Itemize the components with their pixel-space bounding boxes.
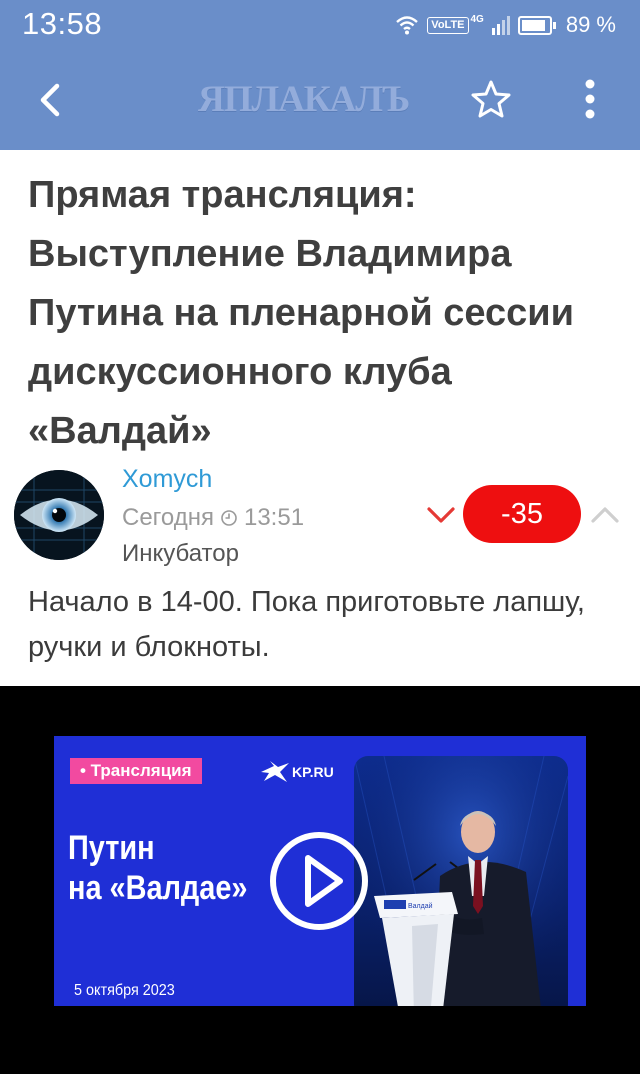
chevron-down-icon [427, 507, 455, 523]
post-body: Начало в 14-00. Пока приготовьте лапшу, … [28, 586, 585, 663]
post-time: 13:51 [243, 504, 305, 531]
podium-text: Валдай [408, 902, 433, 910]
play-button[interactable] [268, 830, 370, 932]
eye-avatar-image [14, 470, 104, 560]
volte-badge: VoLTE [427, 16, 469, 34]
vote-up-button[interactable] [588, 500, 622, 530]
more-vertical-icon [585, 79, 595, 119]
avatar[interactable] [14, 470, 104, 560]
vote-down-button[interactable] [424, 500, 458, 530]
thumbnail-title-line2: на «Валдае» [68, 869, 248, 907]
speaker-photo: Валдай [354, 756, 568, 1006]
broadcast-tag: • Трансляция [70, 758, 202, 784]
app-header: 13:58 VoLTE 4G 89 % ЯПЛАКАЛЪ [0, 0, 640, 150]
star-outline-icon [471, 80, 511, 118]
status-indicators: VoLTE 4G 89 % [395, 10, 616, 40]
rating-badge: -35 [463, 485, 581, 543]
thumbnail-date: 5 октября 2023 [74, 982, 175, 999]
wifi-icon [396, 16, 419, 35]
video-player[interactable]: • Трансляция KP.RU Путин на «Валдае» 5 о… [0, 686, 640, 1074]
kp-logo: KP.RU [260, 758, 334, 786]
favorite-button[interactable] [470, 78, 512, 120]
chevron-left-icon [40, 83, 60, 117]
play-circle-icon [270, 832, 368, 930]
more-menu-button[interactable] [576, 76, 604, 122]
battery-icon [517, 15, 556, 35]
speaker-photo-illustration: Валдай [354, 756, 568, 1006]
network-type: 4G [470, 13, 484, 25]
kp-logo-text: KP.RU [292, 764, 334, 780]
post-category[interactable]: Инкубатор [122, 540, 239, 568]
video-thumbnail[interactable]: • Трансляция KP.RU Путин на «Валдае» 5 о… [54, 736, 586, 1006]
post-datetime: Сегодня 13:51 [122, 504, 304, 532]
date-label: Сегодня [122, 504, 214, 531]
thumbnail-title-line1: Путин [68, 829, 155, 867]
back-button[interactable] [30, 78, 70, 122]
clock-icon [221, 510, 237, 526]
chevron-up-icon [591, 507, 619, 523]
signal-icon [491, 16, 510, 35]
post-title[interactable]: Прямая трансляция: Выступление Владимира… [28, 166, 618, 461]
site-logo[interactable]: ЯПЛАКАЛЪ [198, 78, 448, 122]
author-name[interactable]: Xomych [122, 465, 212, 494]
kp-bird-icon [261, 761, 289, 782]
status-time: 13:58 [22, 6, 103, 41]
battery-level: 89 % [565, 12, 616, 37]
thumbnail-title: Путин на «Валдае» [68, 828, 264, 908]
